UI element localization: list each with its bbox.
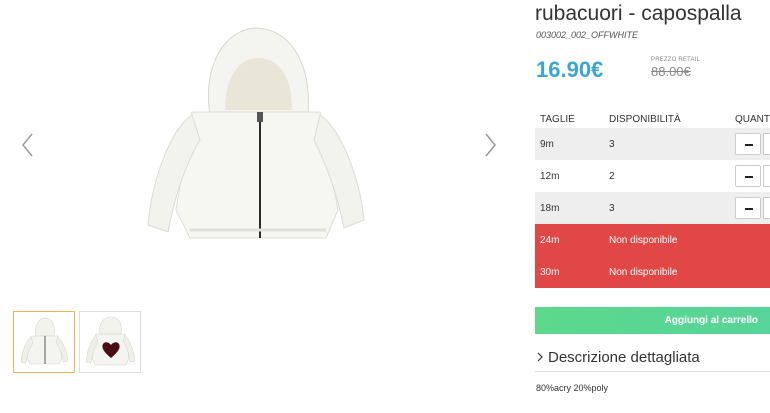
retail-price-label: PREZZO RETAIL (651, 57, 701, 63)
quantity-input[interactable] (763, 197, 770, 219)
header-quantity: QUANT (735, 114, 770, 125)
quantity-stepper (735, 165, 770, 187)
header-size: TAGLIE (540, 114, 575, 125)
availability-cell: Non disponibile (609, 267, 678, 278)
size-cell: 9m (540, 139, 554, 150)
product-details: rubacuori - capospalla 003002_002_OFFWHI… (535, 0, 770, 413)
divider (535, 371, 770, 372)
table-row-unavailable: 30m Non disponibile (535, 256, 770, 288)
product-title: rubacuori - capospalla (535, 2, 742, 25)
size-cell: 30m (540, 267, 560, 278)
chevron-right-icon (537, 352, 543, 362)
minus-button[interactable] (735, 133, 761, 155)
availability-cell: 3 (609, 139, 615, 150)
quantity-input[interactable] (763, 133, 770, 155)
description-text: 80%acry 20%poly (536, 383, 609, 393)
size-cell: 12m (540, 171, 560, 182)
description-toggle-label: Descrizione dettagliata (548, 349, 700, 366)
size-cell: 24m (540, 235, 560, 246)
thumbnail-front[interactable] (13, 311, 75, 373)
table-row: 9m 3 (535, 128, 770, 160)
product-price: 16.90€ (536, 57, 604, 82)
quantity-input[interactable] (763, 165, 770, 187)
jacket-thumbnail-image (20, 317, 69, 365)
product-main-image (147, 27, 365, 239)
availability-cell: 3 (609, 203, 615, 214)
table-row: 18m 3 (535, 192, 770, 224)
product-gallery (0, 0, 520, 413)
thumbnail-back[interactable] (79, 311, 141, 373)
minus-button[interactable] (735, 197, 761, 219)
chevron-right-icon[interactable] (480, 130, 500, 160)
availability-cell: 2 (609, 171, 615, 182)
table-row: 12m 2 (535, 160, 770, 192)
product-sku: 003002_002_OFFWHITE (536, 30, 639, 40)
retail-price: 88.00€ (651, 64, 691, 79)
chevron-left-icon[interactable] (18, 130, 38, 160)
table-row-unavailable: 24m Non disponibile (535, 224, 770, 256)
quantity-stepper (735, 197, 770, 219)
quantity-stepper (735, 133, 770, 155)
add-to-cart-button[interactable]: Aggiungi al carrello (535, 307, 770, 334)
availability-cell: Non disponibile (609, 235, 678, 246)
add-to-cart-label: Aggiungi al carrello (664, 315, 758, 326)
description-toggle[interactable]: Descrizione dettagliata (535, 348, 770, 370)
size-table: TAGLIE DISPONIBILITÀ QUANT 9m 3 12m 2 18… (535, 110, 770, 288)
size-cell: 18m (540, 203, 560, 214)
header-availability: DISPONIBILITÀ (609, 114, 681, 125)
jacket-back-thumbnail-image (85, 316, 136, 366)
minus-button[interactable] (735, 165, 761, 187)
size-table-header: TAGLIE DISPONIBILITÀ QUANT (535, 110, 770, 128)
